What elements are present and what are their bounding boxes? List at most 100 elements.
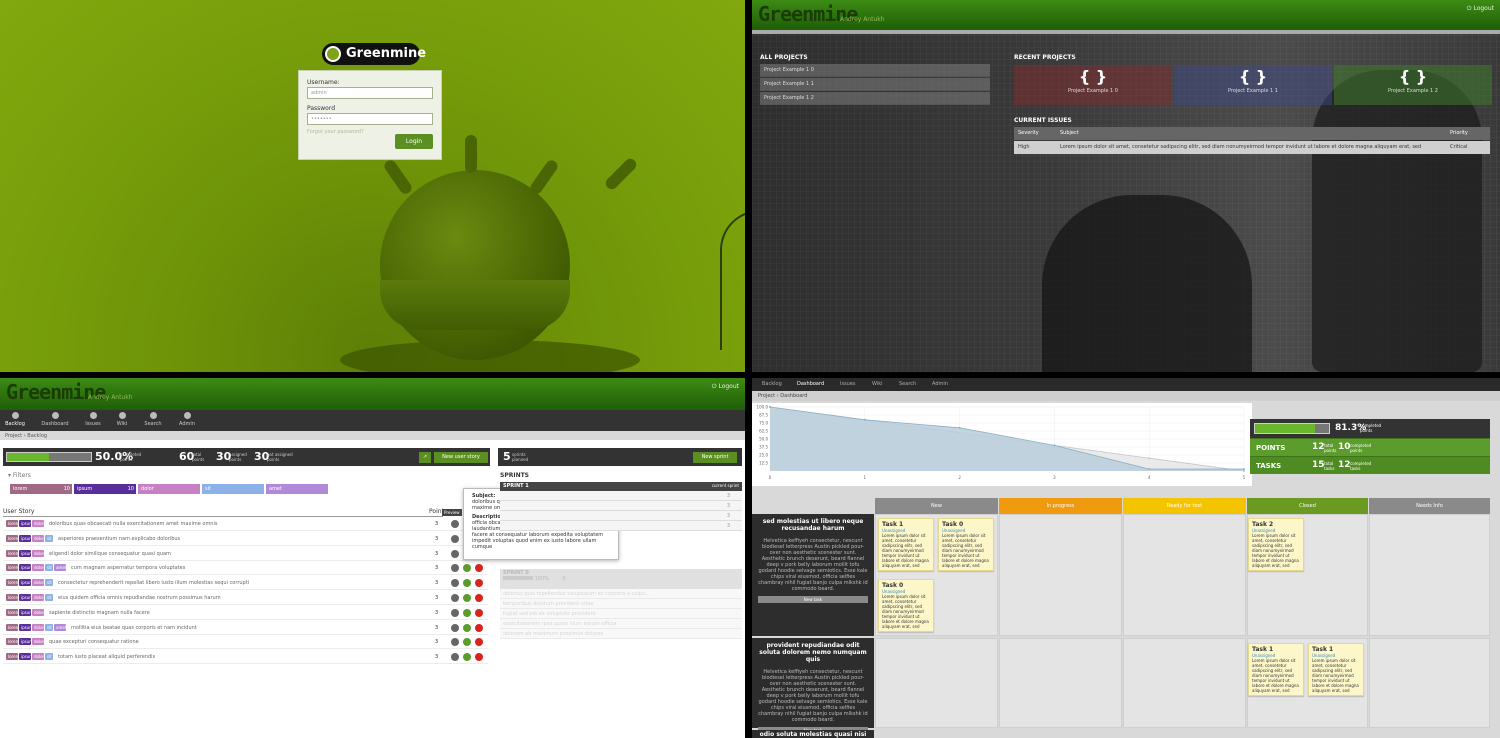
project-row[interactable]: Project Example 1 0 [760,64,990,77]
task-card[interactable]: Task 1 Unassigned Lorem ipsum dolor sit am… [1248,643,1304,696]
delete-icon[interactable] [475,638,483,647]
story-tag[interactable]: dolor [32,549,44,557]
edit-icon[interactable] [463,608,471,617]
preview-icon[interactable] [451,594,459,602]
recent-project-card[interactable]: { } Project Example 1 0 [1014,65,1172,105]
tab-admin[interactable]: Admin [932,381,948,387]
filters-toggle[interactable]: ▾ Filters [8,472,31,479]
story-tag[interactable]: amet [54,623,66,631]
logout-link[interactable]: ⏻ Logout [712,383,739,391]
story-tag[interactable]: lorem [6,608,18,616]
story-title[interactable]: sed molestias ut libero neque recusandae… [758,518,868,532]
sprint-story-row[interactable]: 3 [500,511,742,521]
preview-icon[interactable] [451,534,459,543]
preview-icon[interactable] [451,564,459,573]
preview-icon[interactable] [451,608,459,617]
sprint-story-row[interactable]: fugiat sed est ex voluptate provident [500,609,742,619]
story-tag[interactable]: ipsum [19,564,31,572]
recent-project-card[interactable]: { } Project Example 1 2 [1334,65,1492,105]
story-tag[interactable]: lorem [6,623,18,631]
story-tag[interactable]: lorem [6,594,18,601]
story-tag[interactable]: lorem [6,520,18,527]
story-tag[interactable]: amet [54,564,66,572]
edit-icon[interactable] [463,638,471,647]
nav-issues[interactable]: Issues [78,412,108,427]
new-task-button[interactable]: New task [758,596,868,603]
project-row[interactable]: Project Example 1 1 [760,78,990,91]
preview-icon[interactable] [451,653,459,662]
story-tag[interactable]: ipsum [19,608,31,616]
project-row[interactable]: Project Example 1 2 [760,92,990,105]
tab-search[interactable]: Search [899,381,916,387]
story-tag[interactable]: ipsum [19,579,31,587]
delete-icon[interactable] [475,594,483,602]
story-title[interactable]: cum magnam aspernatur tempora voluptates [71,565,185,571]
sprint-header[interactable]: SPRINT 1 current sprint [500,482,742,491]
edit-icon[interactable] [463,579,471,588]
story-tag[interactable]: lorem [6,653,18,661]
nav-backlog[interactable]: Backlog [0,412,30,427]
sprint-header[interactable]: SPRINT 0 100% 5 [500,569,742,589]
story-title[interactable]: eligendi dolor similique consequatur qua… [49,551,171,557]
story-tag[interactable]: dolor [32,534,44,542]
tag-filter[interactable]: amet [266,484,328,494]
preview-icon[interactable] [451,520,459,528]
sprint-story-row[interactable]: 3 [500,491,742,501]
story-tag[interactable]: sit [45,534,53,542]
story-title[interactable]: odio soluta molestias quasi nisi [758,731,868,738]
delete-icon[interactable] [475,608,483,617]
nav-dashboard[interactable]: Dashboard [40,412,70,427]
nav-admin[interactable]: Admin [172,412,202,427]
story-title[interactable]: mollitia eius beatae quas corporis et na… [71,625,197,631]
table-row[interactable]: loremipsumdolorsit asperiores praesentium… [3,532,488,546]
story-tag[interactable]: ipsum [19,623,31,631]
sprint-story-row[interactable]: temporibus dolorum provident vitae [500,599,742,609]
table-row[interactable]: loremipsumdolor sapiente distinctio magna… [3,606,488,620]
graph-button[interactable]: ↗ [419,452,431,463]
story-tag[interactable]: dolor [32,564,44,572]
username-input[interactable]: admin [307,87,433,99]
preview-icon[interactable] [451,623,459,632]
sprint-story-row[interactable]: 3 [500,501,742,511]
story-tag[interactable]: ipsum [19,653,31,661]
story-title[interactable]: consectetur reprehenderit repellat liber… [58,580,249,586]
story-tag[interactable]: sit [45,653,53,661]
table-row[interactable]: loremipsumdolor eligendi dolor similique … [3,547,488,561]
story-tag[interactable]: dolor [32,623,44,631]
sprint-story-row[interactable]: dolorius quis repellendus voluptatum ex … [500,589,742,599]
table-row[interactable]: loremipsumdolorsit consectetur reprehende… [3,576,488,591]
story-title[interactable]: asperiores praesentium nam explicabo dol… [58,536,180,542]
tab-issues[interactable]: Issues [840,381,856,387]
story-tag[interactable]: sit [45,594,53,601]
story-title[interactable]: quae excepturi consequatur ratione [49,639,139,645]
edit-icon[interactable] [463,623,471,632]
story-tag[interactable]: lorem [6,579,18,587]
story-tag[interactable]: lorem [6,564,18,572]
tag-filter[interactable]: ipsum 10 [74,484,136,494]
story-title[interactable]: totam iusto placeat aliquid perferendis [58,654,155,660]
story-tag[interactable]: dolor [32,579,44,587]
password-input[interactable]: ••••••• [307,113,433,125]
story-tag[interactable]: ipsum [19,549,31,557]
nav-search[interactable]: Search [138,412,168,427]
story-tag[interactable]: lorem [6,534,18,542]
tab-backlog[interactable]: Backlog [762,381,782,387]
logout-link[interactable]: ⏻ Logout [1467,5,1494,13]
story-title[interactable]: doloribus quas obcaecati nulla exercitat… [49,521,217,527]
new-sprint-button[interactable]: New sprint [693,452,737,463]
story-tag[interactable]: ipsum [19,638,31,646]
tab-wiki[interactable]: Wiki [872,381,883,387]
preview-icon[interactable] [451,549,459,558]
tag-filter[interactable]: dolor [138,484,200,494]
story-tag[interactable]: dolor [32,594,44,601]
story-tag[interactable]: dolor [32,638,44,646]
story-tag[interactable]: sit [45,579,53,587]
story-tag[interactable]: ipsum [19,594,31,601]
table-row[interactable]: loremipsumdolor quae excepturi consequatu… [3,635,488,650]
task-card[interactable]: Task 1 Unassigned Lorem ipsum dolor sit am… [1308,643,1364,696]
delete-icon[interactable] [475,623,483,632]
recent-project-card[interactable]: { } Project Example 1 1 [1174,65,1332,105]
task-card[interactable]: Task 2 Unassigned Lorem ipsum dolor sit am… [1248,518,1304,571]
table-row[interactable]: loremipsumdolorsit eius quidem officia om… [3,591,488,605]
story-tag[interactable]: dolor [32,653,44,661]
